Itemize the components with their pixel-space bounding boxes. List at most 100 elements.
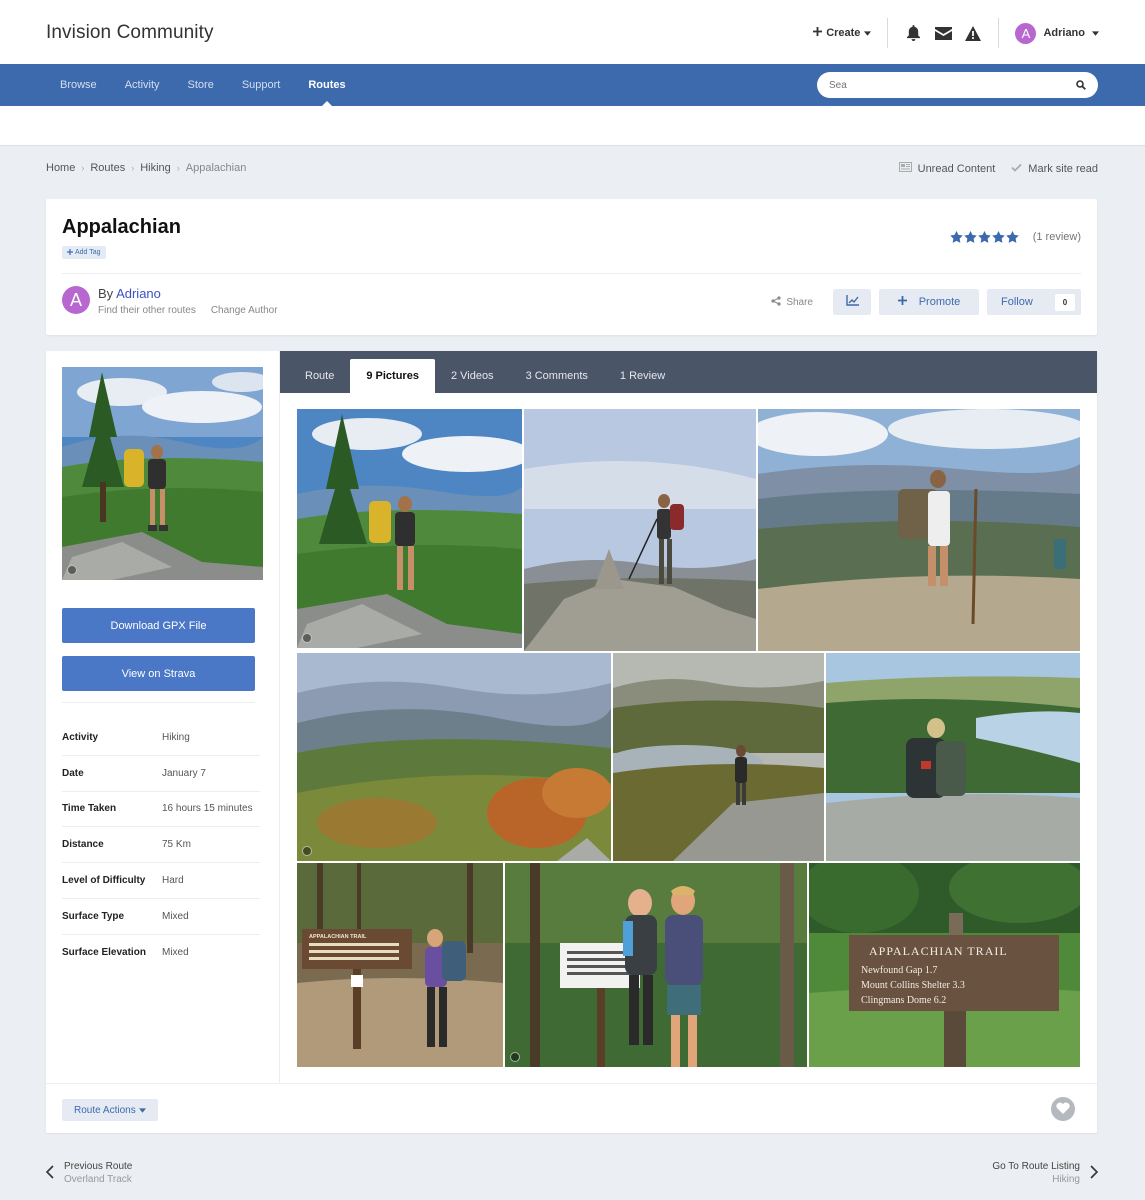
tab-pictures[interactable]: 9 Pictures bbox=[350, 359, 435, 393]
cover-photo[interactable] bbox=[62, 367, 263, 580]
bell-icon[interactable] bbox=[898, 18, 928, 48]
detail-value: Hiking bbox=[162, 731, 190, 743]
tab-comments[interactable]: 3 Comments bbox=[510, 359, 604, 393]
create-button[interactable]: Create bbox=[813, 27, 887, 39]
by-label: By bbox=[98, 286, 114, 301]
site-title[interactable]: Invision Community bbox=[46, 22, 214, 44]
author-avatar[interactable]: A bbox=[62, 286, 90, 314]
author-name-link[interactable]: Adriano bbox=[116, 286, 161, 301]
route-details: Activity Hiking Date January 7 Time Take… bbox=[62, 720, 260, 971]
previous-route-link[interactable]: Previous Route Overland Track bbox=[45, 1161, 133, 1185]
chevron-left-icon bbox=[45, 1164, 54, 1182]
gallery-photo[interactable]: APPALACHIAN TRAIL bbox=[297, 863, 503, 1067]
user-name: Adriano bbox=[1043, 27, 1085, 39]
download-gpx-button[interactable]: Download GPX File bbox=[62, 608, 255, 643]
nav-item-browse[interactable]: Browse bbox=[46, 64, 111, 106]
detail-label: Time Taken bbox=[62, 803, 117, 815]
search-input[interactable] bbox=[829, 79, 1049, 91]
sign-line: Clingmans Dome 6.2 bbox=[861, 995, 946, 1006]
gallery-photo[interactable] bbox=[613, 653, 824, 861]
tab-reviews[interactable]: 1 Review bbox=[604, 359, 681, 393]
heart-icon bbox=[1056, 1102, 1070, 1117]
star-rating bbox=[949, 231, 1019, 243]
star-icon bbox=[991, 231, 1005, 243]
tab-route[interactable]: Route bbox=[289, 359, 350, 393]
detail-value: Hard bbox=[162, 875, 184, 887]
create-label: Create bbox=[826, 27, 861, 39]
detail-label: Date bbox=[62, 767, 84, 779]
route-footer: Route Actions bbox=[46, 1083, 1097, 1133]
analytics-button[interactable] bbox=[833, 289, 871, 315]
route-listing-link[interactable]: Go To Route Listing Hiking bbox=[992, 1161, 1099, 1185]
detail-label: Level of Difficulty bbox=[62, 875, 146, 887]
promote-button[interactable]: Promote bbox=[879, 289, 979, 315]
breadcrumb-routes[interactable]: Routes bbox=[90, 162, 125, 174]
follow-count: 0 bbox=[1054, 293, 1076, 311]
breadcrumb-home[interactable]: Home bbox=[46, 162, 75, 174]
breadcrumb-hiking[interactable]: Hiking bbox=[140, 162, 171, 174]
gallery-photo[interactable] bbox=[524, 409, 756, 651]
caret-down-icon bbox=[864, 27, 872, 39]
author-byline: By Adriano bbox=[98, 286, 161, 301]
gallery-photo[interactable] bbox=[758, 409, 1080, 651]
detail-row: Level of Difficulty Hard bbox=[62, 863, 260, 899]
camera-icon bbox=[67, 565, 77, 575]
envelope-icon[interactable] bbox=[928, 18, 958, 48]
like-button[interactable] bbox=[1051, 1097, 1075, 1121]
find-other-routes-link[interactable]: Find their other routes bbox=[98, 305, 196, 316]
unread-content-label: Unread Content bbox=[917, 162, 996, 175]
plus-icon bbox=[897, 296, 907, 308]
unread-content-link[interactable]: Unread Content bbox=[898, 162, 996, 175]
review-count[interactable]: (1 review) bbox=[1033, 231, 1081, 243]
nav-item-activity[interactable]: Activity bbox=[111, 64, 174, 106]
plus-icon bbox=[813, 27, 823, 39]
route-listing-title: Hiking bbox=[1052, 1174, 1080, 1185]
share-button[interactable]: Share bbox=[771, 295, 825, 309]
promote-label: Promote bbox=[918, 296, 961, 308]
detail-label: Distance bbox=[62, 839, 104, 851]
star-icon bbox=[949, 231, 963, 243]
gallery-photo[interactable]: APPALACHIAN TRAIL Newfound Gap 1.7 Mount… bbox=[809, 863, 1080, 1067]
caret-down-icon bbox=[1092, 27, 1099, 39]
user-menu[interactable]: A Adriano bbox=[999, 22, 1099, 44]
camera-icon bbox=[510, 1052, 520, 1062]
rating: (1 review) bbox=[949, 231, 1081, 243]
view-on-strava-button[interactable]: View on Strava bbox=[62, 656, 255, 691]
detail-row: Date January 7 bbox=[62, 756, 260, 792]
detail-value: January 7 bbox=[162, 767, 206, 779]
divider bbox=[62, 273, 1081, 274]
previous-route-label: Previous Route bbox=[64, 1161, 133, 1172]
search-icon[interactable] bbox=[1076, 78, 1086, 93]
gallery-photo[interactable] bbox=[297, 653, 611, 861]
search-box bbox=[817, 72, 1098, 98]
nav-item-routes[interactable]: Routes bbox=[294, 64, 359, 106]
detail-label: Activity bbox=[62, 731, 99, 743]
notification-icons bbox=[888, 18, 998, 48]
nav-item-support[interactable]: Support bbox=[228, 64, 295, 106]
user-bar: Create A Adriano bbox=[813, 16, 1099, 50]
add-tag-label: Add Tag bbox=[75, 249, 101, 256]
gallery-photo[interactable] bbox=[826, 653, 1080, 861]
mark-site-read-link[interactable]: Mark site read bbox=[1011, 163, 1098, 175]
sign-line: Newfound Gap 1.7 bbox=[861, 965, 937, 976]
route-actions-button[interactable]: Route Actions bbox=[62, 1099, 158, 1121]
nav-item-store[interactable]: Store bbox=[174, 64, 228, 106]
detail-row: Distance 75 Km bbox=[62, 827, 260, 864]
gallery-photo[interactable] bbox=[297, 409, 522, 648]
add-tag-button[interactable]: Add Tag bbox=[62, 246, 106, 259]
detail-label: Surface Type bbox=[62, 910, 125, 922]
tab-videos[interactable]: 2 Videos bbox=[435, 359, 510, 393]
nav-items: Browse Activity Store Support Routes bbox=[46, 64, 360, 106]
sub-nav bbox=[0, 106, 1145, 146]
change-author-link[interactable]: Change Author bbox=[211, 305, 278, 316]
warning-icon[interactable] bbox=[958, 18, 988, 48]
follow-button[interactable]: Follow 0 bbox=[987, 289, 1081, 315]
mark-site-read-label: Mark site read bbox=[1028, 162, 1098, 175]
gallery-photo[interactable] bbox=[505, 863, 807, 1067]
route-actions-label: Route Actions bbox=[74, 1104, 136, 1116]
route-content-panel: Download GPX File View on Strava Activit… bbox=[46, 351, 1097, 1133]
detail-row: Surface Elevation Mixed bbox=[62, 935, 260, 971]
chevron-right-icon: › bbox=[176, 163, 180, 173]
detail-value: Mixed bbox=[162, 910, 189, 922]
detail-value: Mixed bbox=[162, 947, 189, 959]
